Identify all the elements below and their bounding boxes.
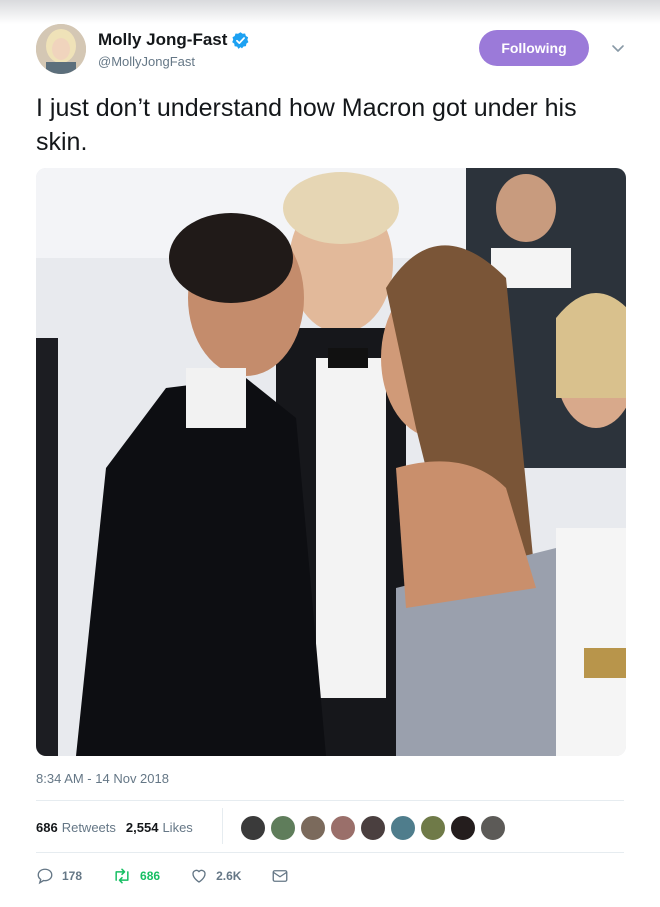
tweet-header: Molly Jong-Fast @MollyJongFast Following bbox=[36, 24, 632, 78]
author-handle[interactable]: @MollyJongFast bbox=[98, 54, 195, 69]
liker-avatar[interactable] bbox=[270, 815, 296, 841]
retweet-icon bbox=[115, 868, 129, 884]
envelope-icon bbox=[272, 870, 288, 882]
reply-icon bbox=[37, 868, 53, 885]
like-button[interactable]: 2.6K bbox=[190, 867, 241, 885]
retweet-button[interactable]: 686 bbox=[112, 867, 160, 885]
liker-avatar[interactable] bbox=[300, 815, 326, 841]
liker-avatar[interactable] bbox=[420, 815, 446, 841]
like-count: 2.6K bbox=[216, 869, 242, 883]
engagement-stats: 686 Retweets 2,554 Likes bbox=[36, 808, 223, 844]
liker-avatar[interactable] bbox=[240, 815, 266, 841]
stats-separator bbox=[222, 808, 223, 844]
reply-count: 178 bbox=[62, 869, 83, 883]
likes-label[interactable]: Likes bbox=[162, 820, 192, 835]
tweet-photo[interactable] bbox=[36, 168, 626, 756]
likes-count[interactable]: 2,554 bbox=[126, 820, 159, 835]
retweets-count[interactable]: 686 bbox=[36, 820, 58, 835]
liker-avatar[interactable] bbox=[330, 815, 356, 841]
retweets-label[interactable]: Retweets bbox=[62, 820, 116, 835]
name-row: Molly Jong-Fast bbox=[98, 28, 250, 52]
direct-message-button[interactable] bbox=[271, 868, 297, 884]
tweet-card: Molly Jong-Fast @MollyJongFast Following… bbox=[0, 0, 660, 907]
liker-avatar[interactable] bbox=[390, 815, 416, 841]
reply-button[interactable]: 178 bbox=[36, 867, 82, 885]
author-display-name[interactable]: Molly Jong-Fast bbox=[98, 30, 227, 50]
tweet-timestamp[interactable]: 8:34 AM - 14 Nov 2018 bbox=[36, 771, 169, 786]
divider bbox=[36, 800, 624, 801]
tweet-text: I just don’t understand how Macron got u… bbox=[36, 94, 577, 156]
liker-avatar[interactable] bbox=[480, 815, 506, 841]
action-bar: 178 686 2.6K bbox=[36, 866, 327, 886]
verified-badge-icon bbox=[232, 31, 249, 49]
liker-avatar[interactable] bbox=[450, 815, 476, 841]
liker-avatars bbox=[240, 815, 510, 841]
divider bbox=[36, 852, 624, 853]
retweet-count: 686 bbox=[140, 869, 161, 883]
heart-icon bbox=[192, 869, 206, 883]
liker-avatar[interactable] bbox=[360, 815, 386, 841]
following-button[interactable]: Following bbox=[479, 30, 589, 66]
chevron-down-icon[interactable] bbox=[610, 40, 626, 56]
top-fade bbox=[0, 0, 660, 24]
author-avatar[interactable] bbox=[36, 24, 86, 74]
